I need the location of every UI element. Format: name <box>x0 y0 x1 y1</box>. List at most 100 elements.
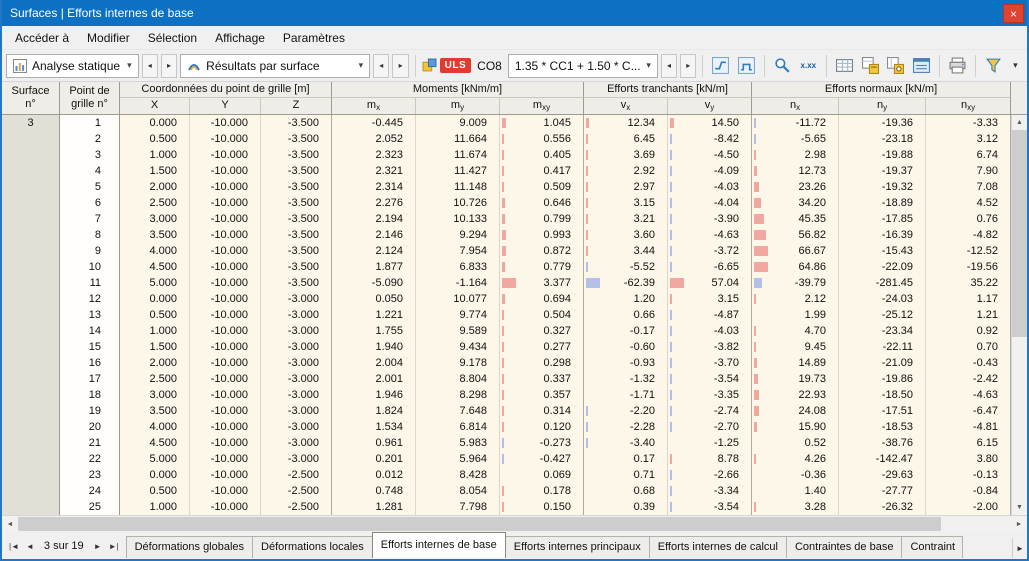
combination-next-button[interactable]: ▸ <box>680 53 697 78</box>
value-cell: 0.150 <box>500 499 584 515</box>
column-header-nxy[interactable]: nxy <box>926 98 1011 114</box>
table-row[interactable]: 18 3.000 -10.000 -3.000 1.946 8.298 0.357 -1.71… <box>60 387 1011 403</box>
table-row[interactable]: 24 0.500 -10.000 -2.500 0.748 8.054 0.178 0.68-… <box>60 483 1011 499</box>
table-row[interactable]: 2 0.500 -10.000 -3.500 2.052 11.664 0.556 6.45-… <box>60 131 1011 147</box>
column-header-mx[interactable]: mx <box>332 98 416 114</box>
table-row[interactable]: 8 3.500 -10.000 -3.500 2.146 9.294 0.993 3.60 -4… <box>60 227 1011 243</box>
table-row[interactable]: 11 5.000 -10.000 -3.500 -5.090 -1.164 3.377 -62… <box>60 275 1011 291</box>
scroll-up-button[interactable]: ▲ <box>1012 115 1027 130</box>
analysis-type-dropdown[interactable]: Analyse statique ▾ <box>6 53 139 78</box>
table-row[interactable]: 9 4.000 -10.000 -3.500 2.124 7.954 0.872 3.44 -3… <box>60 243 1011 259</box>
table-row[interactable]: 15 1.500 -10.000 -3.000 1.940 9.434 0.277 -0.60… <box>60 339 1011 355</box>
result-panel-button[interactable] <box>910 54 933 78</box>
column-header-x[interactable]: X <box>120 98 190 114</box>
value-cell: 0.556 <box>500 131 584 147</box>
table-row[interactable]: 13 0.500 -10.000 -3.000 1.221 9.774 0.504 0.66-… <box>60 307 1011 323</box>
value-cell: -281.45 <box>839 275 926 291</box>
column-group-efforts-normaux-kn-m: Efforts normaux [kN/m] <box>752 82 1011 98</box>
value-cell: 7.648 <box>416 403 500 419</box>
table-row[interactable]: 7 3.000 -10.000 -3.500 2.194 10.133 0.799 3.21-… <box>60 211 1011 227</box>
tab-scroll-right-button[interactable]: ► <box>1012 538 1027 558</box>
point-column-header[interactable]: Point de grille n° <box>60 82 120 114</box>
horizontal-scrollbar[interactable]: ◄ ► <box>2 515 1027 532</box>
table-row[interactable]: 5 2.000 -10.000 -3.500 2.314 11.148 0.509 2.97-… <box>60 179 1011 195</box>
table-row[interactable]: 6 2.500 -10.000 -3.500 2.276 10.726 0.646 3.15-… <box>60 195 1011 211</box>
combination-prev-button[interactable]: ◂ <box>660 53 678 78</box>
vertical-scrollbar[interactable]: ▲ ▼ <box>1011 115 1027 515</box>
result-diagram-button-1[interactable] <box>709 54 732 78</box>
first-surface-button[interactable]: |◄ <box>6 540 22 553</box>
results-prev-button[interactable]: ◂ <box>373 53 390 78</box>
table-calculator-button-1[interactable] <box>859 54 882 78</box>
column-header-my[interactable]: my <box>416 98 500 114</box>
result-diagram-button-2[interactable] <box>735 54 758 78</box>
value-cell: 0.120 <box>500 419 584 435</box>
scroll-left-button[interactable]: ◄ <box>2 516 18 532</box>
tab-efforts-internes-de-base[interactable]: Efforts internes de base <box>371 532 506 558</box>
table-row[interactable]: 12 0.000 -10.000 -3.000 0.050 10.077 0.694 1.20… <box>60 291 1011 307</box>
menu-item-param-tres[interactable]: Paramètres <box>274 28 354 48</box>
show-result-values-button[interactable] <box>771 54 794 78</box>
column-header-nx[interactable]: nx <box>752 98 839 114</box>
value-cell: 0.779 <box>500 259 584 275</box>
column-header-z[interactable]: Z <box>261 98 332 114</box>
table-row[interactable]: 10 4.500 -10.000 -3.500 1.877 6.833 0.779 -5.52… <box>60 259 1011 275</box>
table-row[interactable]: 16 2.000 -10.000 -3.000 2.004 9.178 0.298 -0.93… <box>60 355 1011 371</box>
menu-item-acc-der[interactable]: Accéder à <box>6 28 78 48</box>
next-surface-button[interactable]: ► <box>91 540 105 553</box>
combination-dropdown[interactable]: 1.35 * CC1 + 1.50 * C... ▾ <box>507 53 658 78</box>
tab-contraint[interactable]: Contraint <box>901 536 964 558</box>
filter-results-button[interactable] <box>982 54 1005 78</box>
value-cell: -38.76 <box>839 435 926 451</box>
toolbar-overflow-button[interactable]: ▾ <box>1008 54 1023 78</box>
analysis-prev-button[interactable]: ◂ <box>141 53 158 78</box>
header-filler <box>1011 82 1027 114</box>
horizontal-scroll-track[interactable] <box>18 516 1011 532</box>
scroll-right-button[interactable]: ► <box>1011 516 1027 532</box>
column-header-y[interactable]: Y <box>190 98 261 114</box>
decimal-places-button[interactable]: x.xx <box>797 54 820 78</box>
grid-point-number: 7 <box>60 211 120 227</box>
tab-d-formations-locales[interactable]: Déformations locales <box>252 536 373 558</box>
table-row[interactable]: 21 4.500 -10.000 -3.000 0.961 5.983 -0.273 -3.4… <box>60 435 1011 451</box>
menu-item-modifier[interactable]: Modifier <box>78 28 139 48</box>
analysis-next-button[interactable]: ▸ <box>160 53 178 78</box>
value-cell: 1.755 <box>332 323 416 339</box>
table-row[interactable]: 17 2.500 -10.000 -3.000 2.001 8.804 0.337 -1.32… <box>60 371 1011 387</box>
table-row[interactable]: 1 0.000 -10.000 -3.500 -0.445 9.009 1.045 12.34… <box>60 115 1011 131</box>
tab-efforts-internes-principaux[interactable]: Efforts internes principaux <box>504 536 650 558</box>
previous-surface-button[interactable]: ◄ <box>23 540 37 553</box>
table-calculator-button-2[interactable] <box>884 54 907 78</box>
table-grid-button[interactable] <box>833 54 856 78</box>
table-row[interactable]: 4 1.500 -10.000 -3.500 2.321 11.427 0.417 2.92-… <box>60 163 1011 179</box>
vertical-scroll-thumb[interactable] <box>1012 130 1027 338</box>
column-header-vy[interactable]: vy <box>668 98 752 114</box>
magnitude-bar <box>502 214 506 224</box>
table-row[interactable]: 3 1.000 -10.000 -3.500 2.323 11.674 0.405 3.69-… <box>60 147 1011 163</box>
tab-contraintes-de-base[interactable]: Contraintes de base <box>785 536 903 558</box>
horizontal-scroll-thumb[interactable] <box>18 517 942 531</box>
menu-item-s-lection[interactable]: Sélection <box>139 28 206 48</box>
table-row[interactable]: 23 0.000 -10.000 -2.500 0.012 8.428 0.069 0.71-… <box>60 467 1011 483</box>
close-button[interactable]: × <box>1003 4 1024 23</box>
table-row[interactable]: 19 3.500 -10.000 -3.000 1.824 7.648 0.314 -2.20… <box>60 403 1011 419</box>
value-cell: -3.72 <box>668 243 752 259</box>
table-row[interactable]: 14 1.000 -10.000 -3.000 1.755 9.589 0.327 -0.17… <box>60 323 1011 339</box>
vertical-scroll-track[interactable] <box>1012 130 1027 500</box>
tab-d-formations-globales[interactable]: Déformations globales <box>125 536 254 558</box>
scroll-down-button[interactable]: ▼ <box>1012 500 1027 515</box>
surface-column-header[interactable]: Surface n° <box>2 82 60 114</box>
combination-label: 1.35 * CC1 + 1.50 * C... <box>514 58 641 73</box>
tab-efforts-internes-de-calcul[interactable]: Efforts internes de calcul <box>648 536 787 558</box>
table-row[interactable]: 22 5.000 -10.000 -3.000 0.201 5.964 -0.427 0.17… <box>60 451 1011 467</box>
print-button[interactable] <box>946 54 969 78</box>
results-next-button[interactable]: ▸ <box>392 53 409 78</box>
column-header-mxy[interactable]: mxy <box>500 98 584 114</box>
table-row[interactable]: 20 4.000 -10.000 -3.000 1.534 6.814 0.120 -2.28… <box>60 419 1011 435</box>
column-header-vx[interactable]: vx <box>584 98 668 114</box>
column-header-ny[interactable]: ny <box>839 98 926 114</box>
menu-item-affichage[interactable]: Affichage <box>206 28 274 48</box>
results-dropdown[interactable]: Résultats par surface ▾ <box>180 53 371 78</box>
table-row[interactable]: 25 1.000 -10.000 -2.500 1.281 7.798 0.150 0.39-… <box>60 499 1011 515</box>
last-surface-button[interactable]: ►| <box>106 540 122 553</box>
